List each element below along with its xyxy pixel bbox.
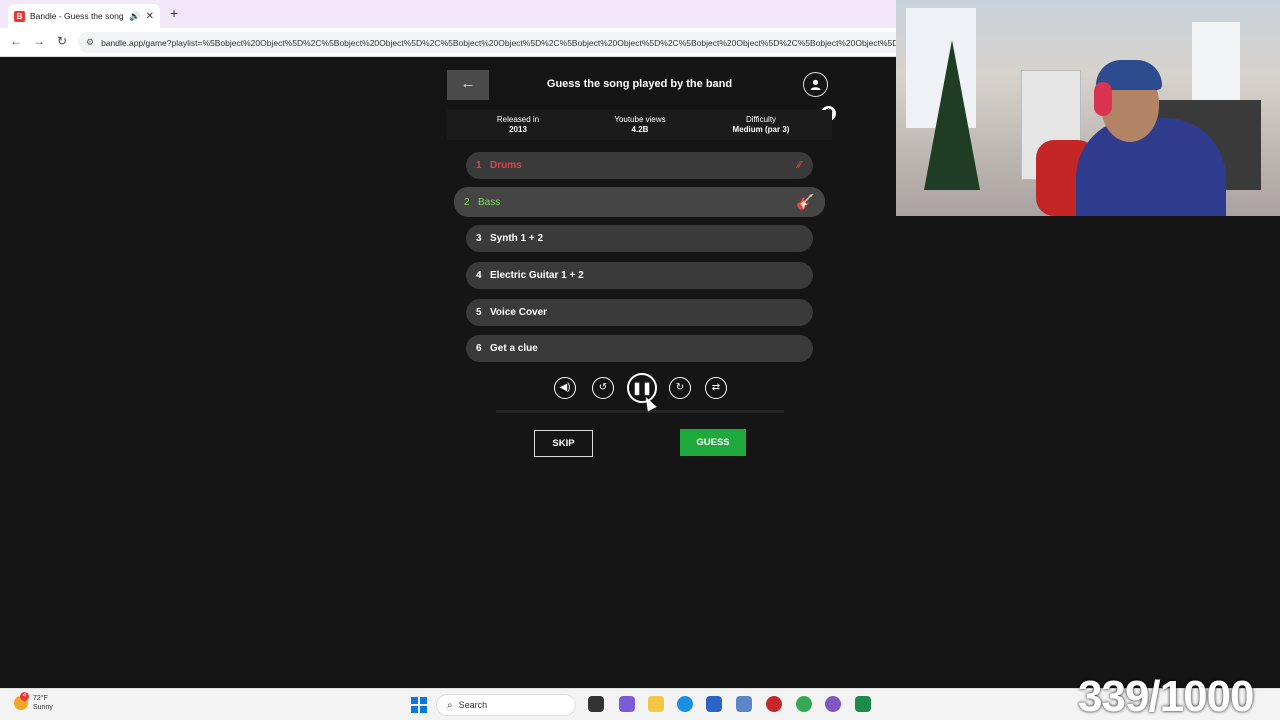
track-number: 6 xyxy=(476,343,482,354)
page-title: Guess the song played by the band xyxy=(546,78,733,90)
taskbar-search-label: Search xyxy=(458,700,488,710)
track-label: Synth 1 + 2 xyxy=(490,233,544,244)
track-get-a-clue[interactable]: 6 Get a clue xyxy=(466,335,813,362)
christmas-tree-shape xyxy=(924,40,980,190)
discord-icon[interactable] xyxy=(825,696,841,712)
excel-icon[interactable] xyxy=(855,696,871,712)
copilot-icon[interactable] xyxy=(619,696,635,712)
app-icon[interactable] xyxy=(736,696,752,712)
track-number: 4 xyxy=(476,270,482,281)
track-bass[interactable]: 2 Bass 🎸 xyxy=(454,187,825,217)
info-label: Difficulty xyxy=(745,115,777,124)
browser-tab[interactable]: B Bandle - Guess the song, o 🔊 ✕ xyxy=(8,4,160,28)
info-label: Released in xyxy=(496,115,540,124)
guess-button[interactable]: GUESS xyxy=(680,429,746,456)
streamer-body-shape xyxy=(1076,118,1226,216)
track-label: Drums xyxy=(490,160,522,171)
search-icon: ⌕ xyxy=(447,699,453,711)
new-tab-button[interactable]: + xyxy=(170,5,178,21)
webcam-window-shape xyxy=(1192,22,1240,112)
track-label: Electric Guitar 1 + 2 xyxy=(490,270,584,281)
loop-off-icon[interactable]: ⇄ xyxy=(705,377,727,399)
volume-icon[interactable]: ◀) xyxy=(554,377,576,399)
taskbar-search[interactable]: ⌕ Search xyxy=(436,694,576,716)
forward-arrow-icon[interactable]: → xyxy=(33,34,45,48)
app-icon[interactable] xyxy=(766,696,782,712)
info-released: Released in 2013 xyxy=(458,115,578,135)
file-explorer-icon[interactable] xyxy=(648,696,664,712)
track-electric-guitar[interactable]: 4 Electric Guitar 1 + 2 xyxy=(466,262,813,289)
song-info-row: Released in 2013 Youtube views 4.2B Diff… xyxy=(447,110,832,140)
track-label: Bass xyxy=(478,196,501,208)
drumsticks-icon: ⁄⁄ xyxy=(797,160,801,171)
browser-toolbar: ← → ↻ ⚙ bandle.app/game?playlist=%5Bobje… xyxy=(0,28,896,57)
track-number: 5 xyxy=(476,307,482,318)
track-label: Get a clue xyxy=(490,343,538,354)
track-number: 2 xyxy=(464,196,470,208)
reload-icon[interactable]: ↻ xyxy=(57,34,67,48)
profile-icon[interactable] xyxy=(803,72,828,97)
back-arrow-icon[interactable]: ← xyxy=(10,34,22,48)
rewind-5-icon[interactable]: ↺ xyxy=(592,377,614,399)
browser-tab-bar: B Bandle - Guess the song, o 🔊 ✕ + xyxy=(0,0,896,28)
skip-button[interactable]: SKIP xyxy=(534,430,593,457)
screen: B Bandle - Guess the song, o 🔊 ✕ + ← → ↻… xyxy=(0,0,1280,720)
weather-text: 72°F Sunny xyxy=(33,694,53,712)
close-tab-icon[interactable]: ✕ xyxy=(146,11,154,22)
weather-desc: Sunny xyxy=(33,704,53,711)
windows-start-icon[interactable] xyxy=(411,697,427,713)
track-number: 1 xyxy=(476,160,482,171)
webcam-overlay xyxy=(896,0,1280,216)
track-synth[interactable]: 3 Synth 1 + 2 xyxy=(466,225,813,252)
track-voice-cover[interactable]: 5 Voice Cover xyxy=(466,299,813,326)
task-view-icon[interactable] xyxy=(588,696,604,712)
headset-shape xyxy=(1094,82,1112,116)
notification-badge: 4 xyxy=(20,692,29,701)
tab-title: Bandle - Guess the song, o xyxy=(30,11,125,21)
store-icon[interactable] xyxy=(706,696,722,712)
sun-icon: 4 xyxy=(14,692,29,710)
speaker-icon[interactable]: 🔊 xyxy=(129,11,140,22)
weather-temp: 72°F xyxy=(33,695,48,702)
track-drums[interactable]: 1 Drums ⁄⁄ xyxy=(466,152,813,179)
edge-icon[interactable] xyxy=(677,696,693,712)
track-number: 3 xyxy=(476,233,482,244)
playback-progress-bar[interactable] xyxy=(496,410,784,413)
info-value: 2013 xyxy=(509,125,527,134)
info-value: Medium (par 3) xyxy=(732,125,790,134)
bass-guitar-icon: 🎸 xyxy=(796,194,815,211)
info-views: Youtube views 4.2B xyxy=(580,115,700,135)
info-value: 4.2B xyxy=(631,125,649,134)
bandle-favicon-icon: B xyxy=(14,10,25,22)
back-button[interactable]: ← xyxy=(447,70,489,100)
info-difficulty: Difficulty Medium (par 3) xyxy=(701,115,821,135)
info-label: Youtube views xyxy=(614,115,666,124)
game-header: ← Guess the song played by the band xyxy=(447,70,832,100)
track-label: Voice Cover xyxy=(490,307,548,318)
chrome-icon[interactable] xyxy=(796,696,812,712)
challenge-counter: 339/1000 xyxy=(1078,672,1255,720)
address-bar[interactable]: ⚙ bandle.app/game?playlist=%5Bobject%20O… xyxy=(78,32,896,53)
forward-5-icon[interactable]: ↻ xyxy=(669,377,691,399)
weather-widget[interactable]: 4 72°F Sunny xyxy=(14,692,53,712)
site-info-icon[interactable]: ⚙ xyxy=(86,37,94,48)
url-text: bandle.app/game?playlist=%5Bobject%20Obj… xyxy=(101,37,896,48)
